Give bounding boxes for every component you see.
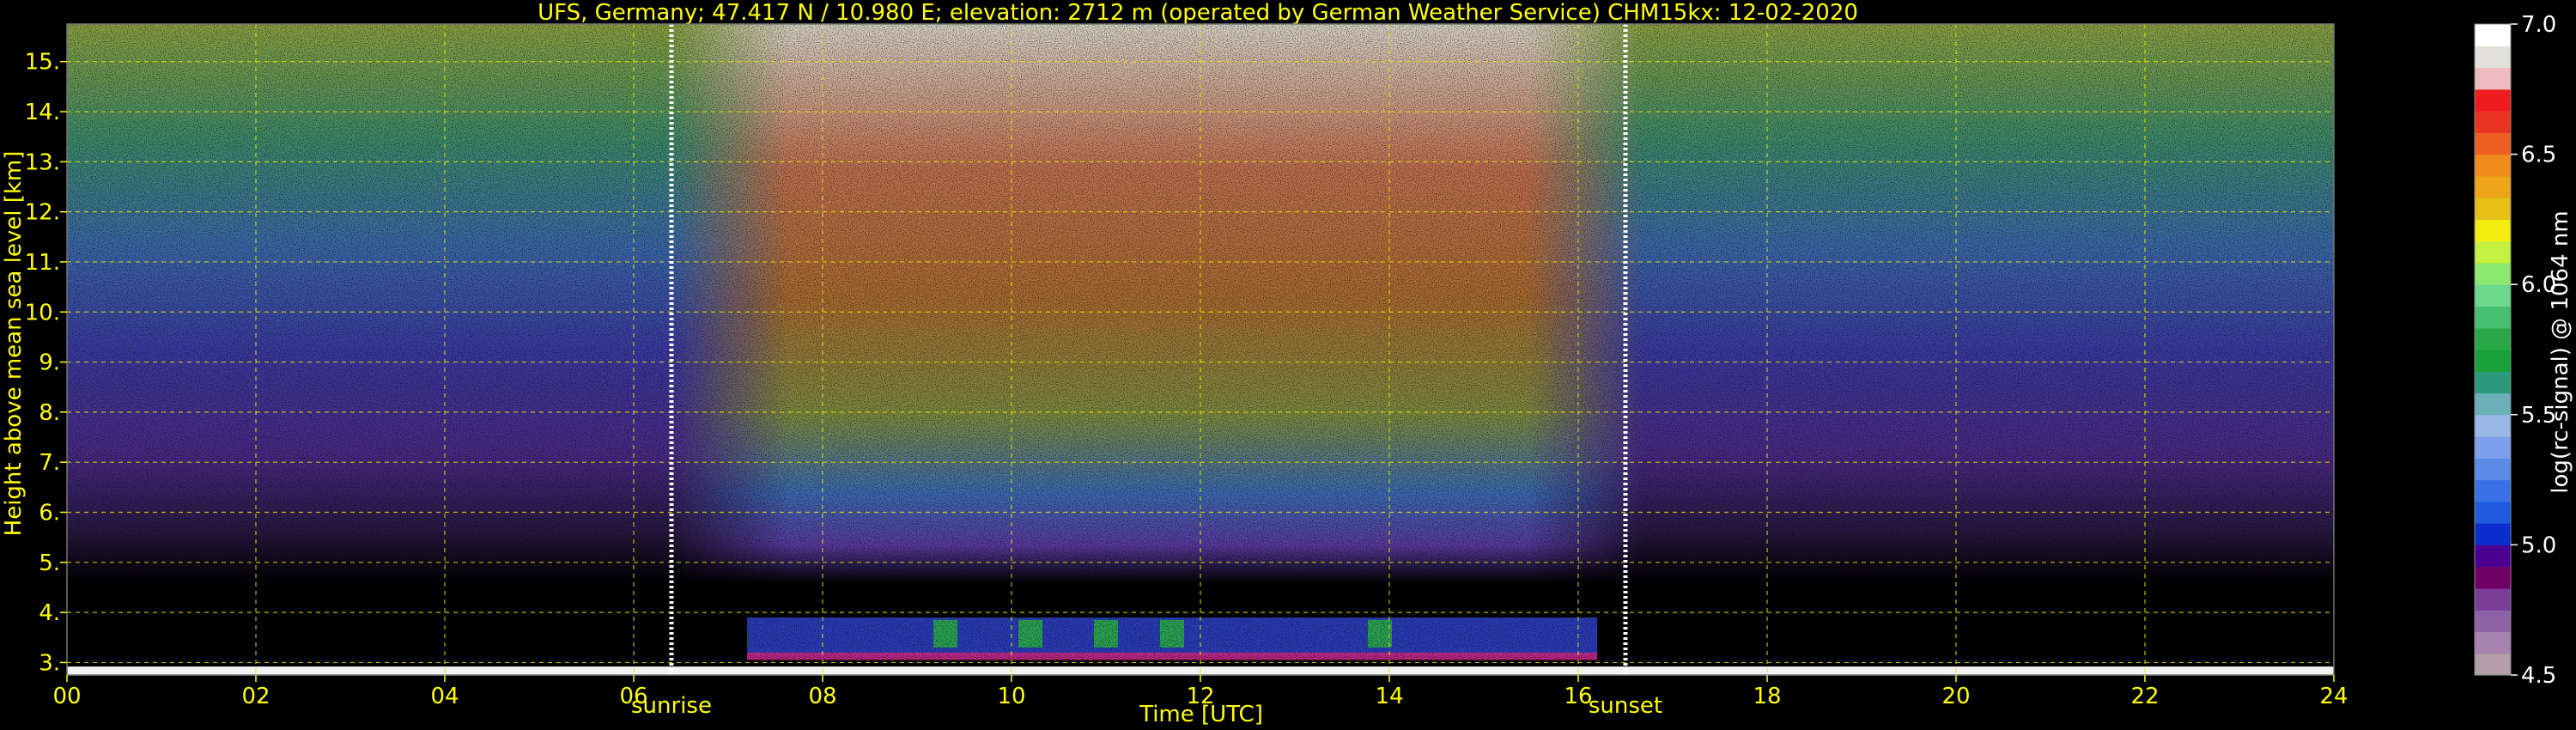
x-tick-label: 00 xyxy=(52,684,81,709)
colorbar-segment xyxy=(2475,46,2511,69)
colorbar-segment xyxy=(2475,479,2511,502)
colorbar-segment xyxy=(2475,219,2511,242)
x-tick-label: 22 xyxy=(2130,684,2159,709)
x-axis-label: Time [UTC] xyxy=(1139,702,1263,727)
y-tick-label: 15. xyxy=(25,50,60,76)
y-tick-label: 11. xyxy=(25,250,60,276)
y-tick-label: 8. xyxy=(39,400,60,426)
colorbar-segment xyxy=(2475,154,2511,177)
colorbar-segment xyxy=(2475,88,2511,112)
colorbar-segment xyxy=(2475,284,2511,307)
colorbar-tick-label: 4.5 xyxy=(2521,663,2556,689)
colorbar-segment xyxy=(2475,111,2511,133)
colorbar-segment xyxy=(2475,350,2511,372)
colorbar-segment xyxy=(2475,371,2511,394)
y-tick-label: 10. xyxy=(25,300,60,325)
colorbar-segment xyxy=(2475,240,2511,264)
y-tick-label: 4. xyxy=(39,600,60,626)
colorbar-tick-label: 7.0 xyxy=(2521,12,2556,38)
colorbar-segment xyxy=(2475,414,2511,437)
colorbar-segment xyxy=(2475,175,2511,198)
colorbar-segment xyxy=(2475,436,2511,459)
y-tick-label: 13. xyxy=(25,149,60,175)
colorbar-segment xyxy=(2475,306,2511,329)
colorbar-segment xyxy=(2475,631,2511,654)
y-tick-label: 3. xyxy=(39,650,60,676)
y-tick-label: 14. xyxy=(25,100,60,125)
colorbar-segment xyxy=(2475,198,2511,220)
colorbar-segment xyxy=(2475,67,2511,90)
colorbar-tick-label: 5.0 xyxy=(2521,532,2556,558)
colorbar-tick-label: 6.5 xyxy=(2521,143,2556,168)
colorbar-segment xyxy=(2475,458,2511,481)
y-tick-label: 7. xyxy=(39,450,60,476)
colorbar-segment xyxy=(2475,327,2511,350)
colorbar-segment xyxy=(2475,610,2511,633)
x-tick-label: 18 xyxy=(1753,684,1781,709)
x-tick-label: 04 xyxy=(430,684,459,709)
colorbar-segment xyxy=(2475,24,2511,46)
x-tick-label: 08 xyxy=(808,684,836,709)
y-tick-label: 9. xyxy=(39,350,60,376)
y-tick-label: 5. xyxy=(39,551,60,576)
chart-title: UFS, Germany; 47.417 N / 10.980 E; eleva… xyxy=(538,0,1858,26)
x-tick-label: 02 xyxy=(241,684,270,709)
y-tick-label: 12. xyxy=(25,200,60,226)
colorbar-segment xyxy=(2475,566,2511,589)
colorbar-segment xyxy=(2475,501,2511,524)
colorbar-segment xyxy=(2475,523,2511,545)
y-axis-label: Height above mean sea level [km] xyxy=(1,151,27,537)
colorbar-segment xyxy=(2475,587,2511,611)
ceilometer-chart: UFS, Germany; 47.417 N / 10.980 E; eleva… xyxy=(1,0,2573,727)
event-label-sunset: sunset xyxy=(1589,693,1662,719)
colorbar xyxy=(2474,23,2512,676)
y-tick-label: 6. xyxy=(39,501,60,526)
plot-area xyxy=(66,23,2335,676)
colorbar-segment xyxy=(2475,544,2511,568)
colorbar-segment xyxy=(2475,392,2511,416)
colorbar-segment xyxy=(2475,653,2511,676)
colorbar-segment xyxy=(2475,132,2511,155)
x-tick-label: 14 xyxy=(1375,684,1403,709)
event-label-sunrise: sunrise xyxy=(631,693,712,719)
colorbar-label: log(rc-signal) @ 1064 nm xyxy=(2548,210,2573,493)
x-tick-label: 10 xyxy=(997,684,1025,709)
x-tick-label: 24 xyxy=(2319,684,2348,709)
x-tick-label: 20 xyxy=(1941,684,1970,709)
y-axis-ticks: 3. 4. 5. 6. 7. 8. 9. 10. 11. 12. 13. 14. 15. xyxy=(25,50,67,676)
colorbar-segment xyxy=(2475,262,2511,285)
